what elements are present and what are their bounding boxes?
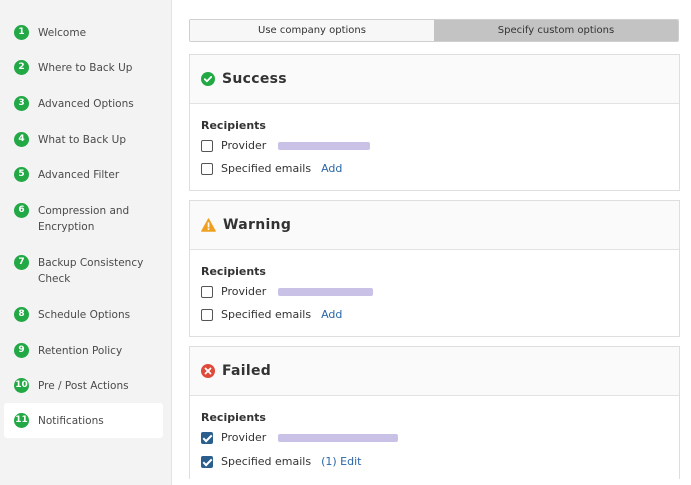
warning-card-header: Warning [190,201,679,250]
step-label: Advanced Filter [38,169,120,181]
step-label: Notifications [38,415,104,427]
step-label: What to Back Up [38,134,126,146]
success-specified-emails-checkbox[interactable] [201,162,213,175]
recipients-label: Recipients [201,265,266,278]
warning-triangle-icon [201,218,216,232]
sidebar-step-compression-encryption[interactable]: 6 Compression and Encryption [4,203,163,235]
step-number-badge: 11 [14,413,29,428]
warning-provider-checkbox[interactable] [201,285,213,298]
failed-card-header: Failed [190,347,679,396]
step-number-badge: 10 [14,378,29,393]
wizard-sidebar: 1 Welcome 2 Where to Back Up 3 Advanced … [0,0,172,485]
step-number-badge: 7 [14,255,29,270]
success-title: Success [222,71,287,87]
specified-emails-label: Specified emails [221,162,312,175]
success-provider-row: Provider [201,139,371,152]
success-provider-checkbox[interactable] [201,139,213,152]
redacted-provider-email [278,287,374,296]
sidebar-step-where-to-back-up[interactable]: 2 Where to Back Up [4,60,163,76]
specify-custom-options-button[interactable]: Specify custom options [434,20,678,41]
warning-card-body: Recipients Provider Specified emails Add [190,250,679,336]
redacted-provider-email [278,433,399,442]
step-number-badge: 6 [14,203,29,218]
recipients-label: Recipients [201,119,266,132]
failed-provider-row: Provider [201,431,399,444]
success-emails-row: Specified emails Add [201,162,342,175]
specified-emails-label: Specified emails [221,308,312,321]
sidebar-step-schedule-options[interactable]: 8 Schedule Options [4,307,163,323]
step-number-badge: 4 [14,132,29,147]
success-card-body: Recipients Provider Specified emails Add [190,104,679,190]
sidebar-step-advanced-filter[interactable]: 5 Advanced Filter [4,167,163,183]
step-label: Pre / Post Actions [38,380,129,392]
success-card-header: Success [190,55,679,104]
warning-specified-emails-checkbox[interactable] [201,308,213,321]
step-number-badge: 1 [14,25,29,40]
sidebar-step-advanced-options[interactable]: 3 Advanced Options [4,96,163,112]
provider-label: Provider [221,285,267,298]
sidebar-step-retention-policy[interactable]: 9 Retention Policy [4,343,163,359]
check-circle-icon [201,72,215,86]
failed-notification-card: Failed Recipients Provider Specified ema… [189,346,680,480]
step-number-badge: 9 [14,343,29,358]
recipients-label: Recipients [201,411,266,424]
step-number-badge: 3 [14,96,29,111]
redacted-provider-email [278,141,371,150]
warning-emails-row: Specified emails Add [201,308,342,321]
error-circle-icon [201,364,215,378]
warning-notification-card: Warning Recipients Provider Specified em… [189,200,680,337]
provider-label: Provider [221,139,267,152]
options-mode-toggle: Use company options Specify custom optio… [189,19,679,42]
sidebar-step-welcome[interactable]: 1 Welcome [4,25,163,41]
warning-title: Warning [223,217,292,233]
step-number-badge: 8 [14,307,29,322]
step-label: Retention Policy [38,345,123,357]
step-label: Compression and Encryption [38,205,130,233]
warning-provider-row: Provider [201,285,374,298]
failed-provider-checkbox[interactable] [201,431,213,444]
sidebar-step-what-to-back-up[interactable]: 4 What to Back Up [4,132,163,148]
success-notification-card: Success Recipients Provider Specified em… [189,54,680,191]
failed-specified-emails-checkbox[interactable] [201,455,213,468]
failed-card-body: Recipients Provider Specified emails (1)… [190,396,679,480]
provider-label: Provider [221,431,267,444]
step-number-badge: 2 [14,60,29,75]
sidebar-step-pre-post-actions[interactable]: 10 Pre / Post Actions [4,378,163,394]
warning-add-emails-link[interactable]: Add [321,308,342,321]
specified-emails-label: Specified emails [221,455,312,468]
notifications-panel: Use company options Specify custom optio… [172,0,691,485]
step-label: Advanced Options [38,98,134,110]
step-label: Backup Consistency Check [38,257,144,285]
failed-emails-row: Specified emails (1) Edit [201,455,361,468]
step-number-badge: 5 [14,167,29,182]
step-label: Where to Back Up [38,62,133,74]
failed-title: Failed [222,363,272,379]
sidebar-step-notifications[interactable]: 11 Notifications [4,403,163,438]
failed-edit-emails-link[interactable]: (1) Edit [321,455,361,468]
step-label: Welcome [38,27,87,39]
sidebar-step-backup-consistency-check[interactable]: 7 Backup Consistency Check [4,255,163,287]
success-add-emails-link[interactable]: Add [321,162,342,175]
step-label: Schedule Options [38,309,131,321]
use-company-options-button[interactable]: Use company options [190,20,434,41]
